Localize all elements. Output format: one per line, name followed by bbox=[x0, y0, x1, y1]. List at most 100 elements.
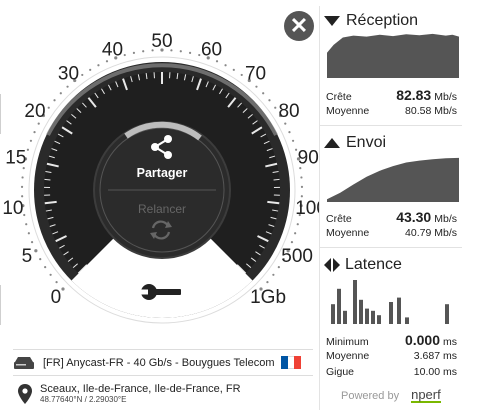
gauge-dot bbox=[272, 273, 275, 276]
location-pin-icon bbox=[18, 384, 32, 404]
divider bbox=[320, 125, 462, 126]
gauge-dot bbox=[105, 60, 109, 63]
relaunch-button-label[interactable]: Relancer bbox=[138, 202, 186, 216]
gauge-dot bbox=[255, 85, 258, 88]
gauge-dot bbox=[291, 139, 295, 142]
gauge-dot bbox=[296, 223, 299, 226]
gauge-dot bbox=[284, 122, 287, 125]
latency-section: Latence bbox=[320, 254, 462, 276]
gauge-dot bbox=[34, 249, 38, 253]
latency-jitter-row: Gigue 10.00 ms bbox=[326, 366, 457, 378]
gauge-dot bbox=[277, 266, 280, 269]
nperf-logo[interactable]: nperf bbox=[411, 388, 441, 403]
latency-jitter-label: Gigue bbox=[326, 366, 355, 378]
upload-title: Envoi bbox=[346, 134, 387, 151]
latency-bar bbox=[405, 317, 409, 324]
gauge-dot bbox=[26, 148, 30, 151]
gauge-scale-label: 0 bbox=[51, 287, 62, 308]
gauge-tick bbox=[44, 178, 51, 181]
gauge-dot bbox=[268, 99, 271, 102]
upload-peak-unit: Mb/s bbox=[434, 213, 457, 225]
latency-bar bbox=[337, 288, 341, 324]
latency-min-row: Minimum 0.000 ms bbox=[326, 332, 457, 348]
reception-section: Réception bbox=[320, 10, 462, 32]
upload-arrow-icon bbox=[324, 138, 340, 148]
gauge-dot bbox=[29, 139, 33, 142]
share-button-label[interactable]: Partager bbox=[137, 166, 188, 180]
latency-header: Latence bbox=[320, 254, 462, 276]
location-bar[interactable]: Sceaux, Ile-de-France, Ile-de-France, FR… bbox=[13, 378, 313, 410]
gauge-dot bbox=[274, 106, 277, 109]
gauge-dot bbox=[59, 92, 62, 95]
gauge-dot bbox=[300, 176, 303, 179]
gauge-scale-label: 80 bbox=[278, 101, 299, 122]
gauge-dot bbox=[232, 68, 235, 71]
divider bbox=[320, 247, 462, 248]
latency-bar bbox=[365, 308, 369, 324]
gauge-dot bbox=[288, 131, 291, 134]
gauge-dot bbox=[33, 131, 36, 134]
gauge-dot bbox=[37, 122, 40, 125]
upload-peak-value: 43.30 bbox=[396, 209, 432, 225]
latency-avg-label: Moyenne bbox=[326, 350, 370, 362]
gauge-tick bbox=[273, 178, 280, 181]
powered-by-label: Powered by bbox=[341, 389, 400, 402]
powered-by[interactable]: Powered by nperf bbox=[341, 388, 441, 403]
gauge-dot bbox=[55, 281, 58, 284]
latency-min-value: 0.000 bbox=[404, 332, 440, 348]
gauge-dot bbox=[240, 73, 243, 77]
results-panel: Réception Crête 82.83 Mb/s Moyenne 80.58 … bbox=[319, 6, 462, 410]
upload-avg-row: Moyenne 40.79 Mb/s bbox=[326, 227, 457, 239]
reception-header: Réception bbox=[320, 10, 462, 32]
server-bar[interactable]: [FR] Anycast-FR - 40 Gb/s - Bouygues Tel… bbox=[13, 349, 313, 376]
gauge-dot bbox=[142, 50, 145, 53]
gauge-tick bbox=[44, 200, 57, 205]
reception-avg-value: 80.58 Mb/s bbox=[405, 105, 457, 117]
upload-peak-row: Crête 43.30 Mb/s bbox=[326, 209, 457, 225]
reception-peak-unit: Mb/s bbox=[434, 91, 457, 103]
reception-title: Réception bbox=[346, 12, 419, 29]
france-flag-icon bbox=[281, 356, 302, 369]
gauge-dot bbox=[20, 185, 24, 188]
speed-gauge: 05 10 15 20 30 40 50 60 70 80 90 100 500 1Gb Partager… bbox=[0, 0, 320, 345]
upload-area bbox=[327, 157, 459, 202]
latency-bar bbox=[359, 299, 363, 324]
gauge-dot bbox=[66, 85, 69, 88]
location-name: Sceaux, Ile-de-France, Ile-de-France, FR bbox=[40, 383, 241, 396]
gauge-dot bbox=[21, 176, 24, 179]
location-coords: 48.77640°N / 2.29030°E bbox=[40, 394, 127, 404]
gauge-dot bbox=[294, 232, 297, 235]
upload-chart bbox=[327, 157, 459, 202]
reception-area bbox=[327, 33, 459, 78]
reception-avg-row: Moyenne 80.58 Mb/s bbox=[326, 105, 457, 117]
gauge-dot bbox=[25, 223, 28, 226]
gauge-dot bbox=[132, 51, 136, 54]
latency-avg-row: Moyenne 3.687 ms bbox=[326, 350, 457, 362]
gauge-scale-label: 15 bbox=[5, 148, 26, 169]
gauge-scale-label: 90 bbox=[298, 148, 319, 169]
server-icon bbox=[14, 356, 34, 369]
gauge-scale-label: 40 bbox=[102, 39, 123, 60]
latency-min-label: Minimum bbox=[326, 336, 369, 348]
gauge-graphic: 05 10 15 20 30 40 50 60 70 80 90 100 500 1Gb Partager… bbox=[2, 31, 320, 324]
download-arrow-icon bbox=[324, 16, 340, 26]
gauge-scale-label: 100 bbox=[295, 198, 320, 219]
location-text: Sceaux, Ile-de-France, Ile-de-France, FR… bbox=[40, 383, 241, 404]
gauge-dot bbox=[61, 287, 65, 291]
latency-bar bbox=[377, 315, 381, 324]
gauge-dot bbox=[215, 60, 219, 63]
gauge-dot bbox=[39, 257, 42, 261]
close-button[interactable]: ✕ bbox=[284, 11, 314, 41]
upload-avg-label: Moyenne bbox=[326, 227, 370, 239]
latency-arrows-icon bbox=[324, 258, 340, 272]
gauge-scale-label: 1Gb bbox=[250, 287, 286, 308]
upload-section: Envoi bbox=[320, 132, 462, 154]
server-name: [FR] Anycast-FR - 40 Gb/s - Bouygues Tel… bbox=[43, 356, 275, 369]
gauge-dot bbox=[81, 73, 84, 77]
gauge-scale-label: 20 bbox=[24, 101, 45, 122]
latency-bar bbox=[343, 310, 347, 324]
latency-bar bbox=[331, 304, 335, 324]
gauge-scale-label: 50 bbox=[151, 31, 172, 52]
close-icon[interactable]: ✕ bbox=[290, 13, 308, 38]
latency-min-unit: ms bbox=[443, 336, 457, 348]
